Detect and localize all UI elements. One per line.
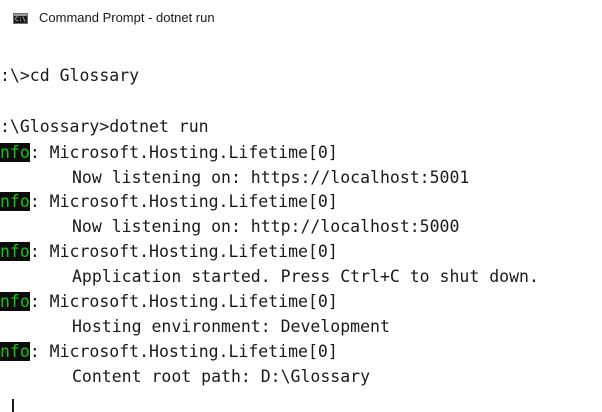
log-entry-message: Content root path: D:\Glossary bbox=[72, 367, 371, 386]
log-entry-message: Now listening on: http://localhost:5000 bbox=[72, 217, 460, 236]
log-entry-message: Application started. Press Ctrl+C to shu… bbox=[72, 267, 539, 286]
log-level-badge: nfo bbox=[0, 192, 30, 211]
log-category: : Microsoft.Hosting.Lifetime[0] bbox=[29, 342, 338, 361]
log-category: : Microsoft.Hosting.Lifetime[0] bbox=[29, 242, 338, 261]
log-entry-header: nfo: Microsoft.Hosting.Lifetime[0] bbox=[0, 141, 338, 165]
log-level-badge: nfo bbox=[0, 342, 30, 361]
console-line-cd: :\>cd Glossary bbox=[0, 66, 140, 85]
log-entry-header: nfo: Microsoft.Hosting.Lifetime[0] bbox=[0, 190, 338, 214]
log-entry-message: Now listening on: https://localhost:5001 bbox=[72, 168, 470, 187]
console-output[interactable]: :\>cd Glossary :\Glossary>dotnet run nfo… bbox=[0, 0, 602, 412]
log-entry-header: nfo: Microsoft.Hosting.Lifetime[0] bbox=[0, 240, 338, 264]
log-level-badge: nfo bbox=[0, 242, 30, 261]
log-entry-header: nfo: Microsoft.Hosting.Lifetime[0] bbox=[0, 340, 338, 364]
log-category: : Microsoft.Hosting.Lifetime[0] bbox=[29, 192, 338, 211]
console-line-dotnet-run: :\Glossary>dotnet run bbox=[0, 117, 209, 136]
log-entry-header: nfo: Microsoft.Hosting.Lifetime[0] bbox=[0, 290, 338, 314]
log-level-badge: nfo bbox=[0, 292, 30, 311]
log-level-badge: nfo bbox=[0, 143, 30, 162]
log-category: : Microsoft.Hosting.Lifetime[0] bbox=[29, 143, 338, 162]
log-entry-message: Hosting environment: Development bbox=[72, 317, 390, 336]
text-cursor bbox=[12, 399, 14, 412]
log-category: : Microsoft.Hosting.Lifetime[0] bbox=[29, 292, 338, 311]
